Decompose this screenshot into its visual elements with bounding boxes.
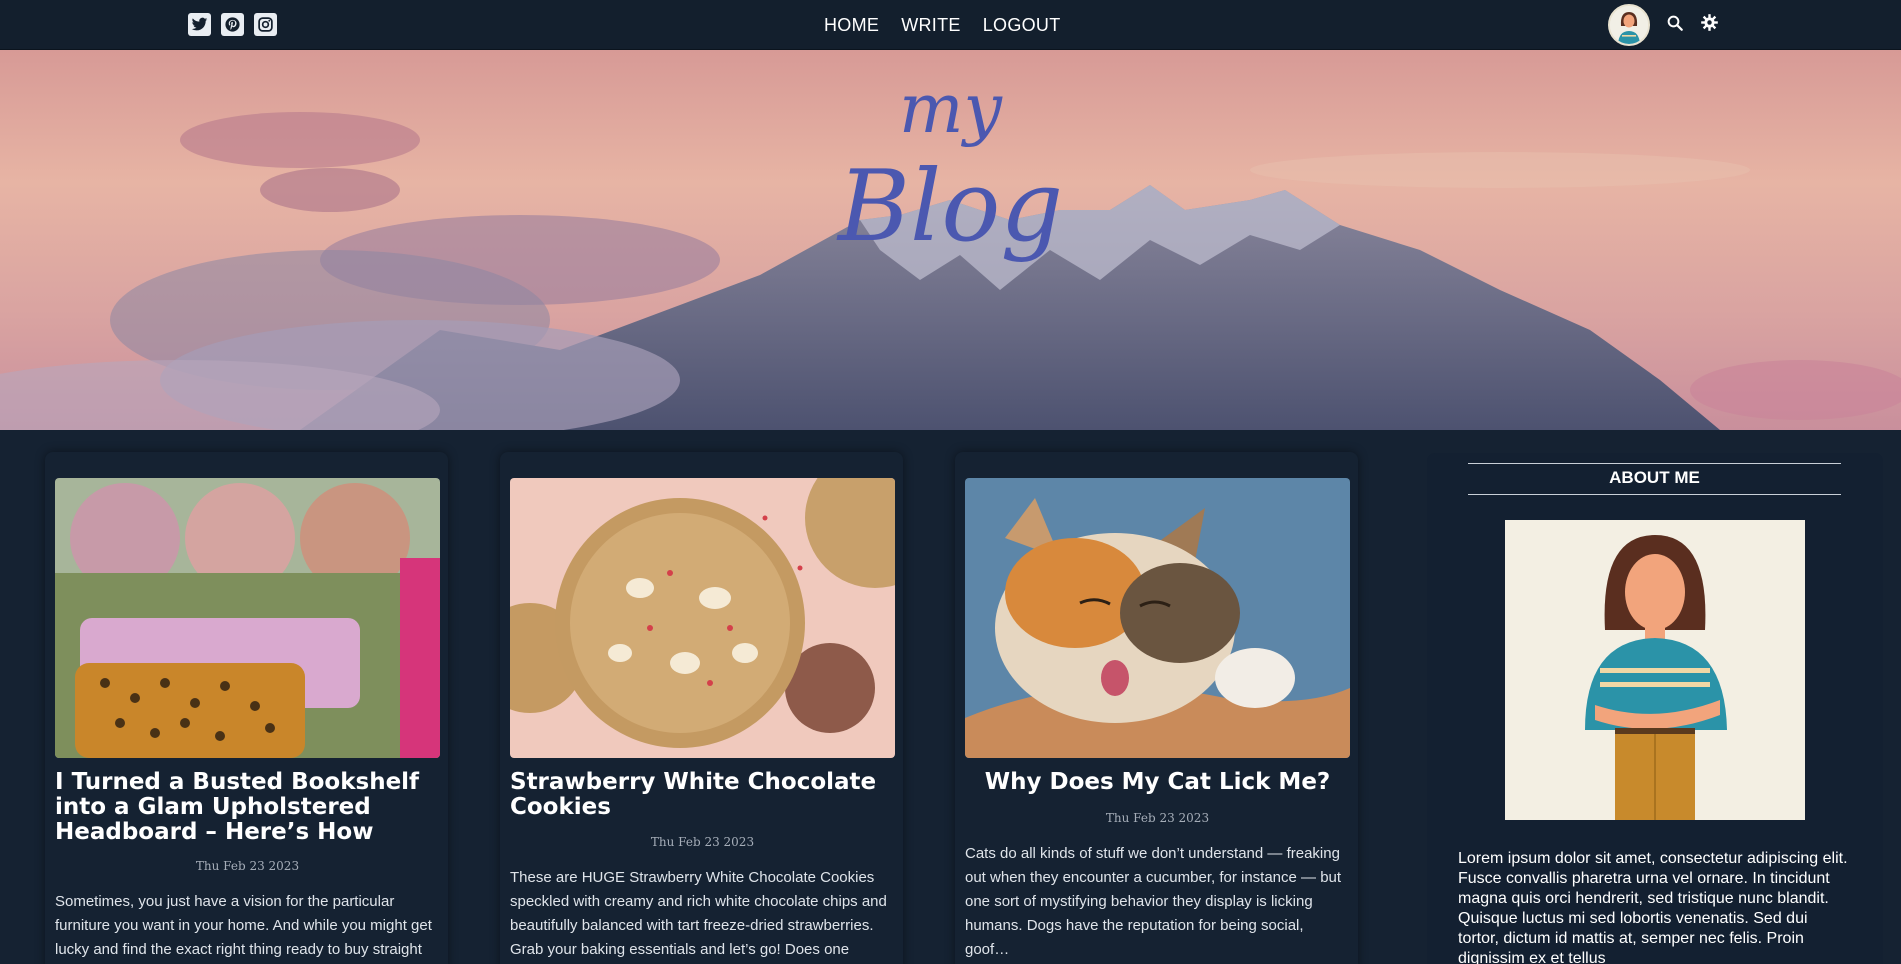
about-me-sidebar: ABOUT ME Lorem ipsum dolor sit amet, con… xyxy=(1427,453,1883,964)
post-card[interactable]: Strawberry White Chocolate Cookies Thu F… xyxy=(500,452,903,964)
post-excerpt: These are HUGE Strawberry White Chocolat… xyxy=(510,869,887,958)
top-navbar: HOME WRITE LOGOUT xyxy=(0,0,1901,50)
search-icon[interactable] xyxy=(1666,14,1684,37)
social-links xyxy=(188,13,277,36)
about-bio-text: Lorem ipsum dolor sit amet, consectetur … xyxy=(1458,850,1848,964)
post-date: Thu Feb 23 2023 xyxy=(1105,811,1210,825)
nav-actions xyxy=(1608,4,1719,46)
post-image-cookies[interactable] xyxy=(510,478,895,758)
nav-write-link[interactable]: WRITE xyxy=(901,15,961,36)
divider xyxy=(1468,463,1841,464)
about-portrait-image xyxy=(1505,520,1805,820)
post-date: Thu Feb 23 2023 xyxy=(195,859,300,873)
post-card[interactable]: I Turned a Busted Bookshelf into a Glam … xyxy=(45,452,448,964)
pinterest-icon[interactable] xyxy=(221,13,244,36)
post-title[interactable]: Strawberry White Chocolate Cookies xyxy=(510,770,895,820)
post-card[interactable]: Why Does My Cat Lick Me? Thu Feb 23 2023… xyxy=(955,452,1358,964)
hero-banner: my Blog xyxy=(0,50,1901,430)
post-title[interactable]: Why Does My Cat Lick Me? xyxy=(965,770,1350,795)
gear-icon[interactable] xyxy=(1700,13,1719,37)
post-title[interactable]: I Turned a Busted Bookshelf into a Glam … xyxy=(55,770,440,845)
hero-title-blog: Blog xyxy=(837,150,1064,264)
avatar[interactable] xyxy=(1608,4,1650,46)
hero-title-my: my xyxy=(899,70,1002,149)
divider xyxy=(1468,494,1841,495)
twitter-icon[interactable] xyxy=(188,13,211,36)
nav-home-link[interactable]: HOME xyxy=(824,15,879,36)
main-menu: HOME WRITE LOGOUT xyxy=(824,0,1061,50)
post-image-cat[interactable] xyxy=(965,478,1350,758)
about-heading: ABOUT ME xyxy=(1609,468,1700,487)
nav-logout-link[interactable]: LOGOUT xyxy=(983,15,1061,36)
instagram-icon[interactable] xyxy=(254,13,277,36)
post-excerpt: Cats do all kinds of stuff we don’t unde… xyxy=(965,845,1342,958)
post-image-headboard[interactable] xyxy=(55,478,440,758)
post-date: Thu Feb 23 2023 xyxy=(650,835,755,849)
post-excerpt: Sometimes, you just have a vision for th… xyxy=(55,893,432,958)
